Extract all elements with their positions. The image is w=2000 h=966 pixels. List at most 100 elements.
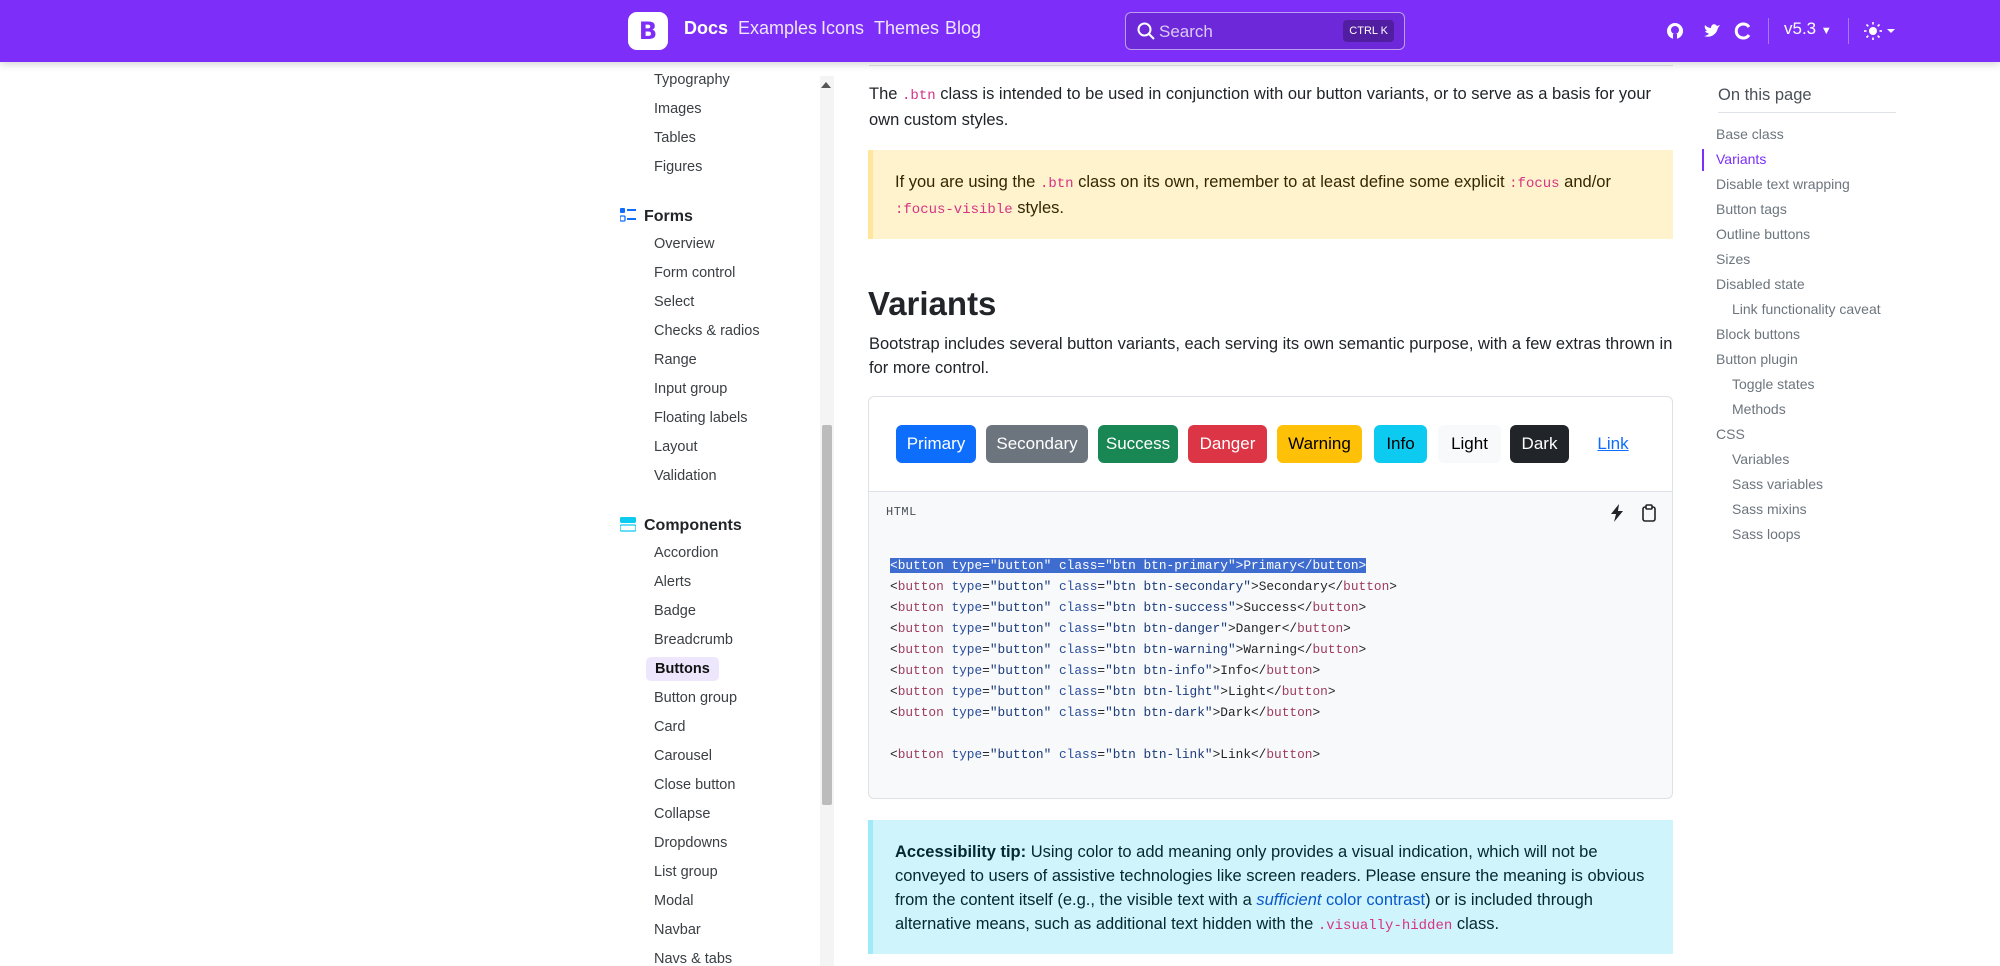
sidebar-item-range[interactable]: Range: [654, 352, 697, 368]
github-icon[interactable]: [1664, 20, 1686, 42]
code-line: <button type="button" class="btn btn-inf…: [890, 663, 1321, 678]
toc-item[interactable]: Methods: [1732, 401, 1786, 417]
nav-examples[interactable]: Examples: [738, 18, 817, 39]
sidebar-item-tables[interactable]: Tables: [654, 130, 696, 146]
sidebar-item-badge[interactable]: Badge: [654, 603, 696, 619]
sidebar-item-layout[interactable]: Layout: [654, 439, 698, 455]
toc-item[interactable]: Disable text wrapping: [1716, 176, 1850, 192]
navbar-divider: [1768, 18, 1769, 44]
toc-divider: [1718, 112, 1896, 113]
sidebar-scrollbar-thumb[interactable]: [822, 425, 832, 805]
toc-active-indicator: [1702, 149, 1704, 171]
nav-docs[interactable]: Docs: [684, 18, 728, 39]
sidebar-item-modal[interactable]: Modal: [654, 893, 694, 909]
sidebar-item-close-button[interactable]: Close button: [654, 777, 735, 793]
code-line: <button type="button" class="btn btn-suc…: [890, 600, 1367, 615]
bootstrap-logo[interactable]: B: [628, 12, 668, 50]
toc-item[interactable]: Variables: [1732, 451, 1789, 467]
sidebar-item-input-group[interactable]: Input group: [654, 381, 727, 397]
nav-icons[interactable]: Icons: [821, 18, 864, 39]
toc-title: On this page: [1718, 86, 1812, 104]
toc-item[interactable]: Button plugin: [1716, 351, 1798, 367]
search-input[interactable]: Search CTRL K: [1125, 12, 1405, 50]
code-snippet-header: HTML: [868, 491, 1673, 533]
nav-blog[interactable]: Blog: [945, 18, 981, 39]
toc-item[interactable]: Block buttons: [1716, 326, 1800, 342]
toc-item[interactable]: Variants: [1716, 151, 1766, 167]
toc-item[interactable]: Outline buttons: [1716, 226, 1810, 242]
nav-themes[interactable]: Themes: [874, 18, 939, 39]
sidebar-item-collapse[interactable]: Collapse: [654, 806, 710, 822]
version-dropdown[interactable]: v5.3 ▼: [1784, 19, 1832, 39]
sidebar-item-navbar[interactable]: Navbar: [654, 922, 701, 938]
variants-description: Bootstrap includes several button varian…: [869, 335, 1673, 377]
sidebar-item-figures[interactable]: Figures: [654, 159, 702, 175]
navbar-divider: [1848, 18, 1849, 44]
intro-paragraph: The .btn class is intended to be used in…: [869, 85, 1652, 129]
primary-button[interactable]: Primary: [896, 425, 976, 463]
sidebar-item-form-control[interactable]: Form control: [654, 265, 735, 281]
sidebar-item-list-group[interactable]: List group: [654, 864, 718, 880]
search-shortcut: CTRL K: [1343, 20, 1394, 42]
toc-item[interactable]: Disabled state: [1716, 276, 1805, 292]
link-button[interactable]: Link: [1583, 425, 1643, 463]
code-line: <button type="button" class="btn btn-dan…: [890, 621, 1351, 636]
opencollective-icon[interactable]: [1733, 20, 1755, 42]
sidebar-item-typography[interactable]: Typography: [654, 72, 730, 88]
lightning-icon[interactable]: [1607, 503, 1627, 523]
sidebar-item-buttons[interactable]: Buttons: [646, 657, 719, 681]
sidebar-item-select[interactable]: Select: [654, 294, 694, 310]
toc-item[interactable]: Sass loops: [1732, 526, 1800, 542]
clipboard-icon[interactable]: [1639, 503, 1659, 523]
focus-warning-callout: If you are using the .btn class on its o…: [868, 150, 1673, 239]
theme-toggle[interactable]: [1863, 19, 1897, 43]
warning-button[interactable]: Warning: [1277, 425, 1362, 463]
light-button[interactable]: Light: [1438, 425, 1501, 463]
toc-item[interactable]: Base class: [1716, 126, 1784, 142]
sidebar-heading-forms[interactable]: Forms: [620, 207, 693, 226]
top-navbar: B Docs Examples Icons Themes Blog Search…: [0, 0, 2000, 62]
info-button[interactable]: Info: [1374, 425, 1427, 463]
code-snippet[interactable]: <button type="button" class="btn btn-pri…: [868, 532, 1673, 799]
code-line: <button type="button" class="btn btn-war…: [890, 642, 1367, 657]
sidebar-item-card[interactable]: Card: [654, 719, 685, 735]
button-example-preview: Primary Secondary Success Danger Warning…: [868, 396, 1673, 492]
code-language-label: HTML: [886, 505, 917, 519]
success-button[interactable]: Success: [1098, 425, 1178, 463]
toc-item[interactable]: Sass mixins: [1732, 501, 1807, 517]
color-contrast-link[interactable]: sufficient color contrast: [1256, 891, 1425, 909]
code-line: <button type="button" class="btn btn-sec…: [890, 579, 1397, 594]
sidebar-heading-components[interactable]: Components: [620, 516, 742, 535]
scroll-up-arrow-icon[interactable]: [821, 82, 831, 88]
toc-item[interactable]: Button tags: [1716, 201, 1787, 217]
section-divider: [869, 62, 1673, 66]
dark-button[interactable]: Dark: [1510, 425, 1569, 463]
code-line: <button type="button" class="btn btn-lin…: [890, 747, 1321, 762]
menu-button-icon: [620, 517, 636, 532]
sidebar-item-navs-tabs[interactable]: Navs & tabs: [654, 951, 732, 966]
toc-item[interactable]: Link functionality caveat: [1732, 301, 1881, 317]
sidebar-item-checks-radios[interactable]: Checks & radios: [654, 323, 760, 339]
sidebar-item-breadcrumb[interactable]: Breadcrumb: [654, 632, 733, 648]
sidebar-item-button-group[interactable]: Button group: [654, 690, 737, 706]
ui-checks-icon: [620, 208, 636, 222]
chevron-down-icon: ▼: [1820, 25, 1832, 37]
twitter-icon[interactable]: [1701, 20, 1723, 42]
toc-item[interactable]: Sizes: [1716, 251, 1750, 267]
toc-item[interactable]: Sass variables: [1732, 476, 1823, 492]
sidebar-item-floating-labels[interactable]: Floating labels: [654, 410, 748, 426]
sidebar-item-validation[interactable]: Validation: [654, 468, 717, 484]
sun-icon: [1864, 22, 1882, 40]
sidebar-item-alerts[interactable]: Alerts: [654, 574, 691, 590]
sidebar-item-overview[interactable]: Overview: [654, 236, 714, 252]
sidebar-item-dropdowns[interactable]: Dropdowns: [654, 835, 727, 851]
danger-button[interactable]: Danger: [1188, 425, 1267, 463]
secondary-button[interactable]: Secondary: [986, 425, 1088, 463]
toc-item[interactable]: Toggle states: [1732, 376, 1815, 392]
sidebar-item-images[interactable]: Images: [654, 101, 702, 117]
sidebar-item-accordion[interactable]: Accordion: [654, 545, 718, 561]
toc-item[interactable]: CSS: [1716, 426, 1745, 442]
code-line: <button type="button" class="btn btn-dar…: [890, 705, 1321, 720]
docs-sidebar: Typography Images Tables Figures Forms O…: [620, 62, 834, 966]
sidebar-item-carousel[interactable]: Carousel: [654, 748, 712, 764]
